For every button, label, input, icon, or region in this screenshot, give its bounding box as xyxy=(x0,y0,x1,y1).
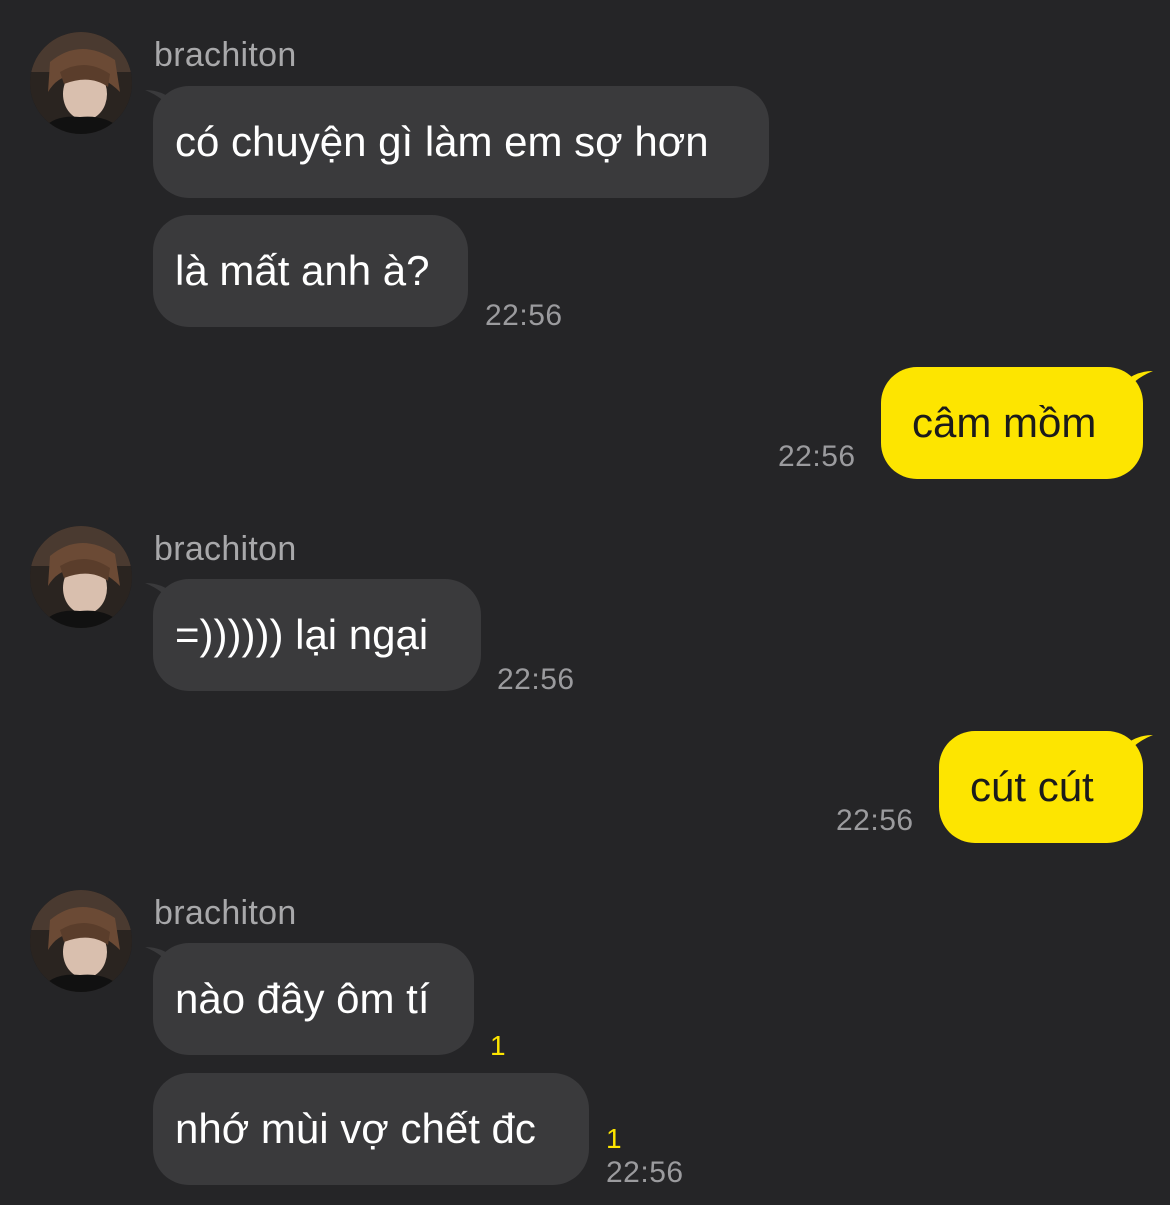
contact-avatar[interactable] xyxy=(30,32,132,134)
message-bubble[interactable]: cút cút xyxy=(939,731,1143,843)
message-text: nhớ mùi vợ chết đc xyxy=(175,1105,536,1152)
message-text: nào đây ôm tí xyxy=(175,975,430,1022)
message-bubble[interactable]: có chuyện gì làm em sợ hơn xyxy=(153,86,769,198)
message-bubble[interactable]: =)))))) lại ngại xyxy=(153,579,481,691)
message-text: có chuyện gì làm em sợ hơn xyxy=(175,118,709,165)
message-timestamp: 22:56 xyxy=(836,804,914,837)
contact-avatar[interactable] xyxy=(30,890,132,992)
message-timestamp: 22:56 xyxy=(778,440,856,473)
message-text: cút cút xyxy=(970,763,1094,810)
message-bubble[interactable]: nhớ mùi vợ chết đc xyxy=(153,1073,589,1185)
message-text: là mất anh à? xyxy=(175,247,430,294)
message-timestamp: 22:56 xyxy=(485,299,563,332)
sender-name: brachiton xyxy=(154,36,297,74)
bubble-tail xyxy=(1123,735,1153,759)
sender-name: brachiton xyxy=(154,530,297,568)
message-text: câm mồm xyxy=(912,399,1097,446)
sender-name: brachiton xyxy=(154,894,297,932)
message-timestamp: 22:56 xyxy=(497,663,575,696)
chat-view: brachiton có chuyện gì làm em sợ hơn là … xyxy=(0,0,1170,1205)
message-timestamp: 22:56 xyxy=(606,1156,684,1189)
contact-avatar[interactable] xyxy=(30,526,132,628)
message-bubble[interactable]: nào đây ôm tí xyxy=(153,943,474,1055)
unread-count: 1 xyxy=(606,1123,622,1154)
unread-count: 1 xyxy=(490,1030,506,1061)
message-text: =)))))) lại ngại xyxy=(175,611,429,658)
bubble-tail xyxy=(1123,371,1153,395)
message-bubble[interactable]: câm mồm xyxy=(881,367,1143,479)
message-bubble[interactable]: là mất anh à? xyxy=(153,215,468,327)
